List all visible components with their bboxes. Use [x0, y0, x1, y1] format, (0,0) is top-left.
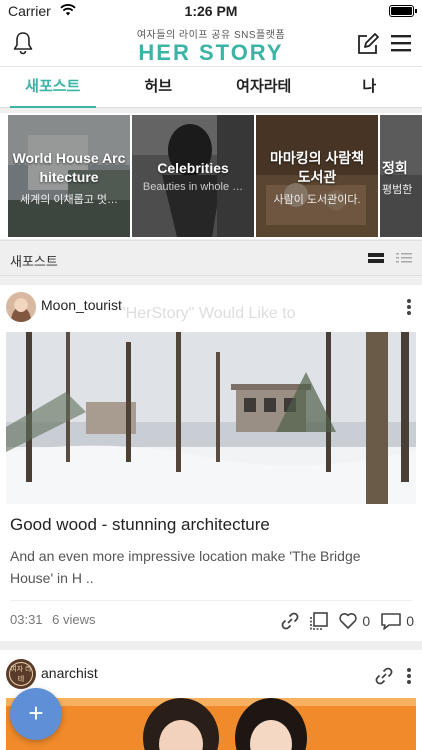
section-header: 새포스트 [0, 240, 422, 276]
post-photo [6, 332, 416, 504]
post-time: 03:31 [10, 612, 43, 627]
post-views: 6 views [52, 612, 96, 627]
post-image[interactable] [6, 698, 416, 750]
tab-me[interactable]: 나 [317, 67, 422, 107]
more-icon[interactable] [406, 667, 412, 685]
featured-title: 정회 [382, 160, 408, 176]
featured-card[interactable]: 마마킹의 사람책 도서관 사람이 도서관이다. [256, 115, 378, 237]
featured-subtitle: 평범한 [382, 184, 413, 196]
post-meta: 03:31 6 views [10, 612, 96, 627]
more-icon[interactable] [406, 298, 412, 316]
post-excerpt[interactable]: And an even more impressive location mak… [10, 545, 390, 589]
featured-subtitle: 세계의 이채롭고 멋… [19, 194, 119, 206]
avatar[interactable] [6, 292, 36, 322]
like-count: 0 [362, 613, 371, 629]
avatar[interactable]: 여자 라테 [6, 659, 36, 689]
tab-yeoja-latte[interactable]: 여자라테 [211, 67, 317, 107]
post-divider [10, 600, 412, 601]
post-author[interactable]: Moon_tourist [41, 297, 122, 313]
link-icon[interactable] [374, 666, 394, 686]
tab-hub[interactable]: 허브 [106, 67, 212, 107]
link-icon[interactable] [280, 611, 300, 631]
clock: 1:26 PM [184, 3, 238, 19]
comment-count: 0 [406, 613, 414, 629]
avatar-badge: 여자 라테 [9, 662, 33, 686]
featured-card[interactable]: World House Arc hitecture 세계의 이채롭고 멋… [8, 115, 130, 237]
edit-icon[interactable] [356, 32, 380, 56]
main-tabs: 새포스트 허브 여자라테 나 [0, 66, 422, 108]
post-card[interactable]: 여자 라테 anarchist [0, 650, 422, 750]
post-photo [6, 698, 416, 750]
post-title[interactable]: Good wood - stunning architecture [10, 515, 270, 535]
featured-subtitle: 사람이 도서관이다. [273, 194, 361, 206]
featured-subtitle: Beauties in whole … [142, 181, 244, 193]
overlay-text: "HerStory" Would Like to [120, 305, 296, 322]
menu-icon[interactable] [390, 33, 412, 53]
featured-card[interactable]: 정회 평범한 [380, 115, 422, 237]
status-bar: Carrier 1:26 PM [0, 0, 422, 22]
battery-icon [389, 5, 417, 17]
featured-title: World House Arc hitecture [12, 150, 126, 185]
featured-card[interactable]: Celebrities Beauties in whole … [132, 115, 254, 237]
comment-icon[interactable] [380, 611, 402, 631]
card-view-icon[interactable] [368, 250, 384, 266]
app-screen: Carrier 1:26 PM 여자들의 라이프 공유 SNS플랫폼 HER S… [0, 0, 422, 750]
list-view-icon[interactable] [396, 250, 412, 266]
add-post-button[interactable]: + [10, 688, 62, 740]
tab-new-posts[interactable]: 새포스트 [0, 67, 106, 108]
post-actions: 0 0 [280, 610, 414, 632]
share-icon[interactable] [308, 611, 330, 631]
featured-title: 마마킹의 사람책 도서관 [269, 150, 365, 185]
featured-title: Celebrities [157, 160, 229, 176]
heart-icon[interactable] [338, 611, 358, 631]
app-header: 여자들의 라이프 공유 SNS플랫폼 HER STORY [0, 22, 422, 66]
section-title: 새포스트 [10, 254, 58, 269]
featured-carousel: World House Arc hitecture 세계의 이채롭고 멋… Ce… [0, 113, 422, 239]
avatar-image [6, 292, 36, 322]
post-author[interactable]: anarchist [41, 665, 98, 681]
post-card[interactable]: Moon_tourist "HerStory" Would Like to Go… [0, 285, 422, 641]
post-image[interactable] [6, 332, 416, 504]
